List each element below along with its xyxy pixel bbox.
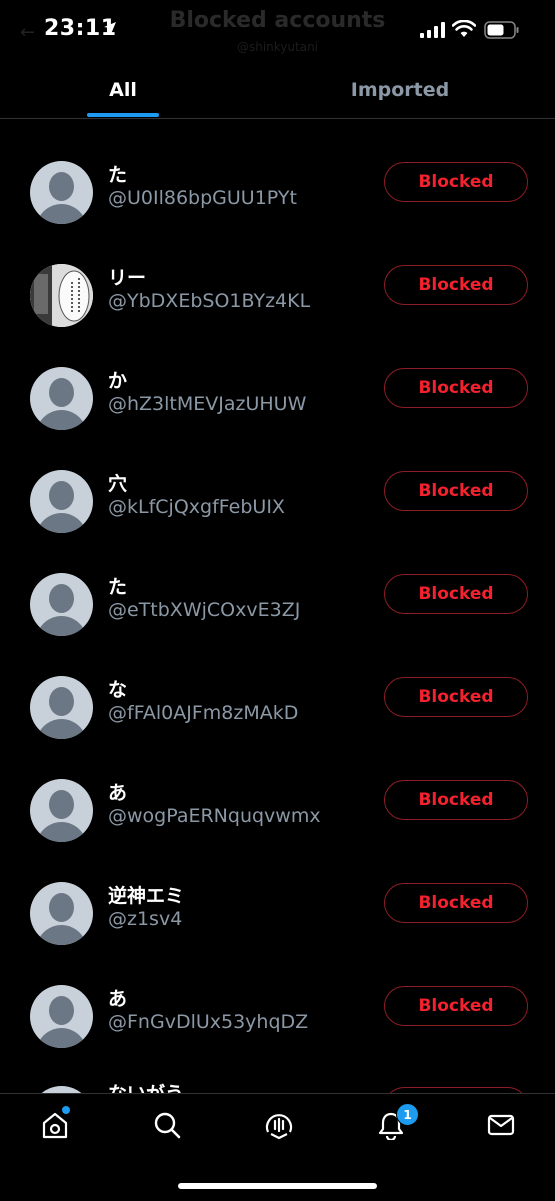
account-row[interactable]: か @hZ3ltMEVJazUHUW Blocked: [0, 338, 555, 441]
default-avatar[interactable]: [30, 1086, 93, 1093]
account-handle: @U0Il86bpGUU1PYt: [108, 187, 297, 209]
home-unread-dot: [62, 1106, 70, 1114]
default-avatar[interactable]: [30, 985, 93, 1048]
tab-selected-indicator: [87, 113, 159, 117]
home-icon[interactable]: [40, 1110, 70, 1140]
default-avatar[interactable]: [30, 779, 93, 842]
account-row[interactable]: 逆神エミ @z1sv4 Blocked: [0, 853, 555, 956]
default-avatar[interactable]: [30, 470, 93, 533]
account-name: か: [108, 370, 128, 392]
account-row[interactable]: な @fFAl0AJFm8zMAkD Blocked: [0, 647, 555, 750]
account-name: た: [108, 164, 128, 186]
account-handle: @FnGvDlUx53yhqDZ: [108, 1011, 309, 1033]
blocked-button[interactable]: Blocked: [384, 265, 528, 305]
spaces-icon[interactable]: [264, 1110, 294, 1140]
cellular-signal-icon: [420, 22, 445, 38]
account-name: リー: [108, 267, 147, 289]
account-name: た: [108, 576, 128, 598]
blocked-button[interactable]: Blocked: [384, 368, 528, 408]
blocked-accounts-list: た @U0Il86bpGUU1PYt Blocked リー @YbDXEbSO1…: [0, 132, 555, 1059]
wifi-icon: [452, 20, 476, 37]
account-row[interactable]: あ @FnGvDlUx53yhqDZ Blocked: [0, 956, 555, 1059]
account-name: あ: [108, 782, 128, 804]
account-handle: @YbDXEbSO1BYz4KL: [108, 290, 311, 312]
account-row[interactable]: た @eTtbXWjCOxvE3ZJ Blocked: [0, 544, 555, 647]
blocked-button[interactable]: Blocked: [384, 162, 528, 202]
blocked-button[interactable]: Blocked: [384, 986, 528, 1026]
battery-icon: [484, 21, 519, 39]
account-row[interactable]: 穴 @kLfCjQxgfFebUIX Blocked: [0, 441, 555, 544]
blocked-button[interactable]: Blocked: [384, 677, 528, 717]
account-handle: @z1sv4: [108, 908, 183, 930]
status-bar: ← Blocked accounts @shinkyutani 23:11: [0, 0, 555, 62]
account-name: 逆神エミ: [108, 885, 185, 907]
default-avatar[interactable]: [30, 676, 93, 739]
blocked-button[interactable]: Blocked: [384, 883, 528, 923]
account-row-partial[interactable]: ないがう: [0, 1083, 555, 1093]
default-avatar[interactable]: [30, 161, 93, 224]
location-arrow-icon: [104, 22, 116, 34]
blocked-button[interactable]: Blocked: [384, 471, 528, 511]
default-avatar[interactable]: [30, 882, 93, 945]
home-indicator[interactable]: [178, 1183, 377, 1189]
tab-imported[interactable]: Imported: [277, 62, 523, 118]
account-name: な: [108, 679, 128, 701]
account-handle: @hZ3ltMEVJazUHUW: [108, 393, 307, 415]
search-icon[interactable]: [152, 1110, 182, 1140]
blocked-button[interactable]: Blocked: [384, 574, 528, 614]
account-handle: @fFAl0AJFm8zMAkD: [108, 702, 299, 724]
account-handle: @wogPaERNquqvwmx: [108, 805, 321, 827]
tab-bar: All Imported: [0, 62, 555, 119]
default-avatar[interactable]: [30, 573, 93, 636]
account-handle: @kLfCjQxgfFebUIX: [108, 496, 285, 518]
default-avatar[interactable]: [30, 367, 93, 430]
messages-icon[interactable]: [486, 1110, 516, 1140]
account-name: ないがう: [108, 1083, 184, 1093]
account-row[interactable]: あ @wogPaERNquqvwmx Blocked: [0, 750, 555, 853]
tab-all[interactable]: All: [0, 62, 246, 118]
blocked-button[interactable]: Blocked: [384, 780, 528, 820]
account-handle: @eTtbXWjCOxvE3ZJ: [108, 599, 301, 621]
account-name: 穴: [108, 473, 128, 495]
account-name: あ: [108, 988, 128, 1010]
account-row[interactable]: た @U0Il86bpGUU1PYt Blocked: [0, 132, 555, 235]
manga-avatar[interactable]: [30, 264, 93, 327]
page-subtitle: @shinkyutani: [236, 40, 319, 54]
account-row[interactable]: リー @YbDXEbSO1BYz4KL Blocked: [0, 235, 555, 338]
notification-count-badge: 1: [396, 1103, 419, 1126]
